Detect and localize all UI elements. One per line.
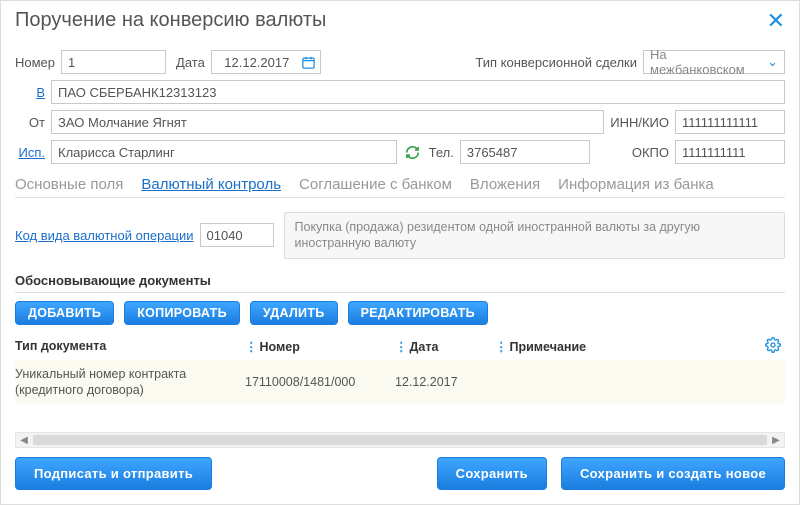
executor-input[interactable] <box>51 140 397 164</box>
op-code-input[interactable] <box>200 223 274 247</box>
add-button[interactable]: ДОБАВИТЬ <box>15 301 114 325</box>
date-label: Дата <box>176 55 205 70</box>
table-row[interactable]: Уникальный номер контракта (кредитного д… <box>15 360 785 405</box>
dialog-title: Поручение на конверсию валюты <box>15 9 326 32</box>
sign-and-send-button[interactable]: Подписать и отправить <box>15 457 212 490</box>
delete-button[interactable]: УДАЛИТЬ <box>250 301 338 325</box>
scroll-thumb[interactable] <box>33 435 767 445</box>
gear-icon[interactable] <box>757 337 785 356</box>
tab-main-fields[interactable]: Основные поля <box>15 176 123 193</box>
cell-date: 12.12.2017 <box>395 375 495 389</box>
tab-bar: Основные поля Валютный контроль Соглашен… <box>15 176 785 198</box>
edit-button[interactable]: РЕДАКТИРОВАТЬ <box>348 301 488 325</box>
to-link[interactable]: В <box>15 85 45 100</box>
scroll-left-icon[interactable]: ◀ <box>16 435 32 446</box>
docs-section-title: Обосновывающие документы <box>15 273 785 288</box>
cell-doc-type: Уникальный номер контракта (кредитного д… <box>15 366 245 399</box>
cell-number: 17110008/1481/000 <box>245 375 395 389</box>
tab-currency-control[interactable]: Валютный контроль <box>141 176 281 193</box>
tel-input[interactable] <box>460 140 590 164</box>
scroll-right-icon[interactable]: ▶ <box>768 435 784 446</box>
inn-input <box>675 110 785 134</box>
col-date: ⋮Дата <box>395 339 495 354</box>
close-icon[interactable]: ✕ <box>767 10 785 32</box>
copy-button[interactable]: КОПИРОВАТЬ <box>124 301 240 325</box>
save-button[interactable]: Сохранить <box>437 457 547 490</box>
okpo-label: ОКПО <box>632 145 669 160</box>
from-label: От <box>15 115 45 130</box>
op-code-description: Покупка (продажа) резидентом одной иност… <box>284 212 785 259</box>
tab-bank-info[interactable]: Информация из банка <box>558 176 714 193</box>
deal-type-value: На межбанковском <box>650 47 763 77</box>
number-input[interactable] <box>61 50 166 74</box>
op-code-link[interactable]: Код вида валютной операции <box>15 228 194 243</box>
deal-type-label: Тип конверсионной сделки <box>475 55 637 70</box>
horizontal-scrollbar[interactable]: ◀ ▶ <box>15 432 785 448</box>
tab-bank-agreement[interactable]: Соглашение с банком <box>299 176 452 193</box>
to-input <box>51 80 785 104</box>
tab-attachments[interactable]: Вложения <box>470 176 540 193</box>
save-and-new-button[interactable]: Сохранить и создать новое <box>561 457 785 490</box>
col-note: ⋮Примечание <box>495 339 757 354</box>
col-doc-type: Тип документа <box>15 339 245 353</box>
col-number: ⋮Номер <box>245 339 395 354</box>
deal-type-select[interactable]: На межбанковском ⌄ <box>643 50 785 74</box>
from-input <box>51 110 604 134</box>
chevron-down-icon: ⌄ <box>763 54 778 70</box>
tel-label: Тел. <box>429 145 454 160</box>
inn-label: ИНН/КИО <box>610 115 669 130</box>
refresh-icon[interactable] <box>403 142 423 162</box>
okpo-input <box>675 140 785 164</box>
executor-link[interactable]: Исп. <box>15 145 45 160</box>
calendar-icon[interactable] <box>300 53 318 71</box>
number-label: Номер <box>15 55 55 70</box>
